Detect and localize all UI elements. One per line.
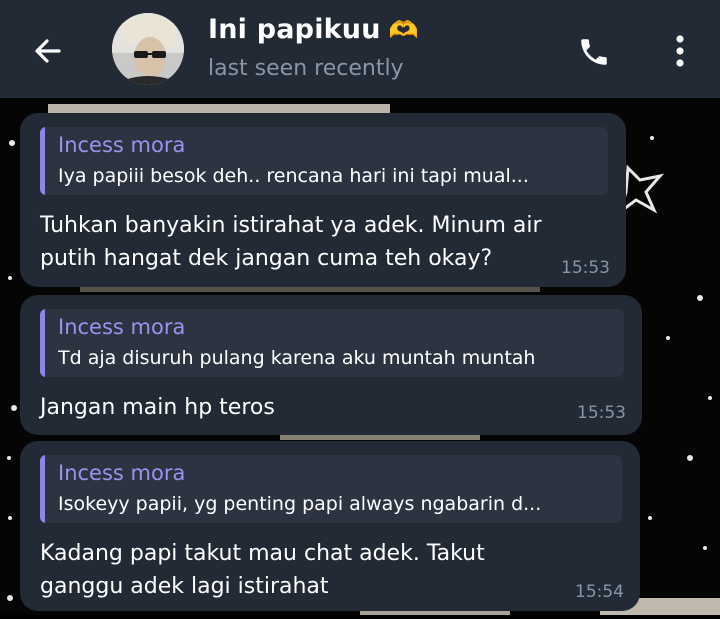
message-timestamp: 15:53 xyxy=(577,403,626,423)
arrow-left-icon xyxy=(35,39,61,63)
call-button[interactable] xyxy=(574,32,614,72)
message-timestamp: 15:53 xyxy=(561,258,610,278)
avatar[interactable] xyxy=(112,13,184,85)
message-text: Jangan main hp teros xyxy=(40,395,275,420)
message-bubble[interactable]: Incess mora Iya papiii besok deh.. renca… xyxy=(20,113,626,287)
phone-icon xyxy=(581,39,607,65)
contact-name[interactable]: Ini papikuu 🫶 xyxy=(208,14,419,45)
reply-sender-name: Incess mora xyxy=(58,133,186,157)
message-text: Kadang papi takut mau chat adek. Takut g… xyxy=(40,541,485,599)
heart-hands-emoji: 🫶 xyxy=(388,15,419,44)
message-bubble[interactable]: Incess mora Td aja disuruh pulang karena… xyxy=(20,295,642,435)
message-timestamp: 15:54 xyxy=(575,582,624,602)
more-vertical-icon xyxy=(676,35,684,67)
reply-quote[interactable]: Incess mora Td aja disuruh pulang karena… xyxy=(40,309,624,377)
reply-quote[interactable]: Incess mora Iya papiii besok deh.. renca… xyxy=(40,127,608,195)
reply-quote-text: Isokeyy papii, yg penting papi always ng… xyxy=(58,493,542,515)
chat-header: Ini papikuu 🫶 last seen recently xyxy=(0,0,720,98)
reply-quote[interactable]: Incess mora Isokeyy papii, yg penting pa… xyxy=(40,455,622,523)
contact-name-text: Ini papikuu xyxy=(208,14,381,45)
reply-quote-text: Iya papiii besok deh.. rencana hari ini … xyxy=(58,165,529,187)
reply-sender-name: Incess mora xyxy=(58,315,186,339)
back-button[interactable] xyxy=(28,31,68,71)
more-options-button[interactable] xyxy=(660,30,700,72)
message-bubble[interactable]: Incess mora Isokeyy papii, yg penting pa… xyxy=(20,441,640,611)
reply-sender-name: Incess mora xyxy=(58,461,186,485)
last-seen-status: last seen recently xyxy=(208,56,404,81)
reply-quote-text: Td aja disuruh pulang karena aku muntah … xyxy=(58,347,536,369)
message-text: Tuhkan banyakin istirahat ya adek. Minum… xyxy=(40,213,542,271)
